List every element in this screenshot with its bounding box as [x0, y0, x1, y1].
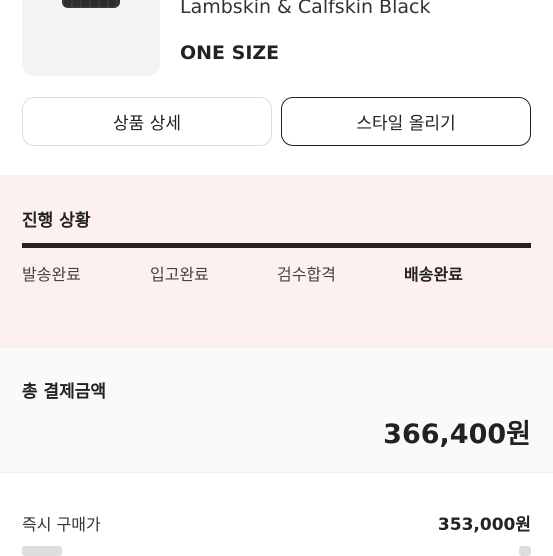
- progress-section: 진행 상황 발송완료 입고완료 검수합격 배송완료: [0, 175, 553, 347]
- next-row-value: [519, 546, 531, 556]
- product-name: Lambskin & Calfskin Black: [180, 0, 431, 18]
- total-payment-amount: 366,400원: [383, 419, 531, 450]
- product-image: [62, 0, 120, 8]
- progress-title: 진행 상황: [22, 211, 91, 231]
- product-size: ONE SIZE: [180, 42, 280, 64]
- instant-buy-amount: 353,000원: [437, 515, 531, 535]
- next-row-label: [22, 546, 62, 556]
- product-thumbnail[interactable]: [22, 0, 160, 76]
- step-received: 입고완료: [150, 265, 209, 284]
- step-shipped: 발송완료: [22, 265, 81, 284]
- product-detail-button[interactable]: 상품 상세: [22, 97, 272, 146]
- progress-bar: [22, 243, 531, 248]
- upload-style-button[interactable]: 스타일 올리기: [281, 97, 531, 146]
- instant-buy-label: 즉시 구매가: [22, 515, 101, 534]
- step-inspection-passed: 검수합격: [277, 265, 336, 284]
- divider: [0, 472, 553, 473]
- total-payment-section: 총 결제금액 366,400원: [0, 348, 553, 472]
- total-payment-label: 총 결제금액: [22, 382, 107, 402]
- step-delivered: 배송완료: [404, 265, 463, 284]
